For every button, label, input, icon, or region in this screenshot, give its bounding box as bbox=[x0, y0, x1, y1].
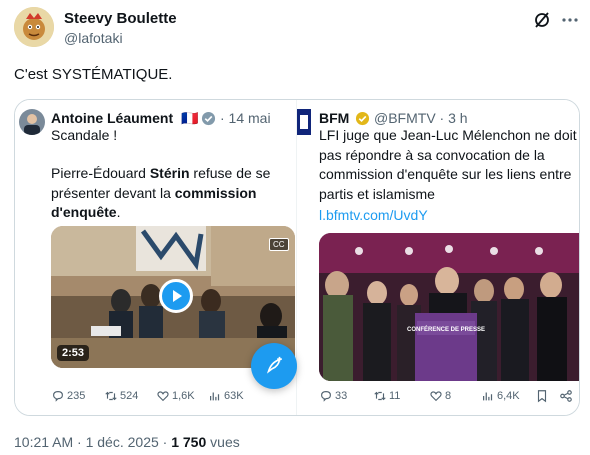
like-icon bbox=[430, 391, 442, 402]
like-action-left[interactable]: 1,6K bbox=[156, 389, 195, 403]
quoted-avatar-left[interactable] bbox=[19, 109, 45, 135]
bookmark-icon bbox=[537, 390, 547, 403]
quoted-text-left-body: Pierre-Édouard Stérin refuse de se prése… bbox=[51, 165, 271, 220]
reply-action-right[interactable]: 33 bbox=[319, 389, 347, 403]
more-options-icon[interactable] bbox=[560, 10, 580, 30]
reply-action-left[interactable]: 235 bbox=[51, 389, 85, 403]
reply-icon bbox=[321, 391, 331, 402]
view-count-left: 63K bbox=[224, 390, 244, 402]
views-action-left[interactable]: 63K bbox=[208, 389, 244, 403]
embedded-media-container: Antoine Léaument 🇫🇷 · 14 mai Scandale ! … bbox=[14, 99, 580, 416]
share-icon bbox=[560, 390, 572, 402]
share-action-right[interactable] bbox=[559, 389, 573, 403]
view-count: 1 750 bbox=[171, 434, 207, 450]
tweet-timestamp[interactable]: 10:21 AM · 1 déc. 2025 · bbox=[14, 434, 171, 450]
views-icon bbox=[483, 392, 493, 401]
verified-badge-icon bbox=[201, 111, 216, 126]
tweet-text: C'est SYSTÉMATIQUE. bbox=[14, 66, 173, 83]
bfm-logo[interactable] bbox=[297, 109, 311, 135]
grok-icon[interactable] bbox=[532, 10, 552, 30]
author-name[interactable]: Steevy Boulette bbox=[64, 10, 177, 27]
quoted-handle-right: @BFMTV · 3 h bbox=[374, 110, 468, 126]
bookmark-action-right[interactable] bbox=[535, 389, 549, 403]
repost-count-right: 11 bbox=[389, 390, 401, 402]
video-duration: 2:53 bbox=[57, 345, 90, 361]
like-count-right: 8 bbox=[445, 390, 452, 402]
reply-count-left: 235 bbox=[67, 390, 86, 402]
repost-icon bbox=[105, 391, 117, 401]
quoted-text-right: LFI juge que Jean-Luc Mélenchon ne doit … bbox=[319, 127, 577, 202]
views-icon bbox=[210, 392, 220, 401]
tweet-timestamp-line: 10:21 AM · 1 déc. 2025 · 1 750 vues bbox=[14, 434, 240, 450]
author-handle[interactable]: @lafotaki bbox=[64, 30, 123, 46]
quoted-date-left: · 14 mai bbox=[220, 110, 271, 126]
quoted-name-right[interactable]: BFM bbox=[319, 110, 349, 126]
captions-badge[interactable]: CC bbox=[269, 238, 289, 251]
quoted-tweet-right[interactable]: BFM @BFMTV · 3 h LFI juge que Jean-Luc M… bbox=[297, 100, 579, 415]
play-icon[interactable] bbox=[159, 279, 193, 313]
gold-verified-badge-icon bbox=[355, 111, 370, 126]
author-avatar[interactable] bbox=[14, 7, 54, 47]
repost-action-left[interactable]: 524 bbox=[104, 389, 138, 403]
reply-count-right: 33 bbox=[335, 390, 348, 402]
compose-button[interactable] bbox=[251, 343, 297, 389]
feather-plus-icon bbox=[266, 356, 282, 374]
video-thumbnail[interactable]: 2:53 CC bbox=[51, 226, 295, 368]
quoted-text-left-line1: Scandale ! bbox=[51, 127, 118, 143]
repost-icon bbox=[374, 391, 386, 401]
podium-text: CONFÉRENCE DE PRESSE bbox=[407, 325, 485, 333]
quoted-link-right[interactable]: l.bfmtv.com/UvdY bbox=[319, 206, 428, 226]
flag-emoji: 🇫🇷 bbox=[181, 110, 199, 126]
repost-count-left: 524 bbox=[120, 390, 139, 402]
views-label: vues bbox=[206, 434, 240, 450]
repost-action-right[interactable]: 11 bbox=[373, 389, 400, 403]
like-action-right[interactable]: 8 bbox=[429, 389, 451, 403]
like-icon bbox=[157, 391, 169, 402]
views-action-right[interactable]: 6,4K bbox=[481, 389, 520, 403]
view-count-right: 6,4K bbox=[497, 390, 520, 402]
reply-icon bbox=[53, 391, 63, 402]
like-count-left: 1,6K bbox=[172, 390, 195, 402]
news-photo[interactable]: CONFÉRENCE DE PRESSE bbox=[319, 233, 579, 381]
quoted-name-left[interactable]: Antoine Léaument bbox=[51, 110, 173, 126]
